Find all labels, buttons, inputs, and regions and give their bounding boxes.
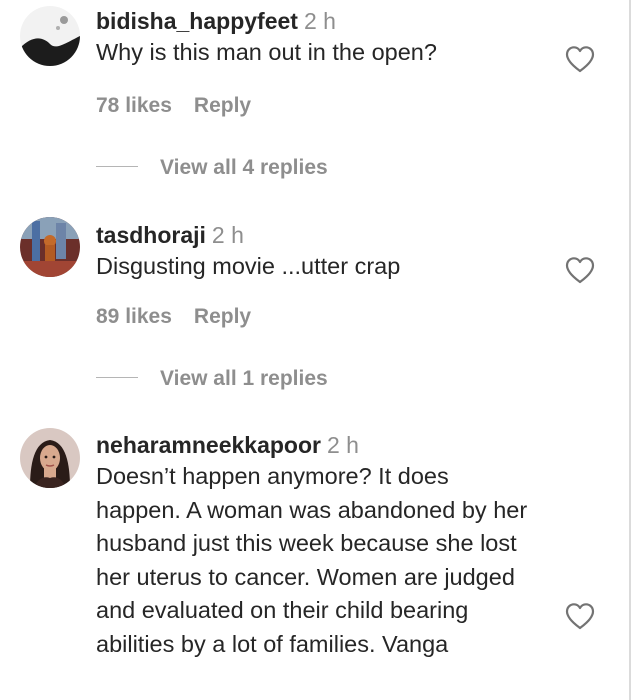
comment-username[interactable]: bidisha_happyfeet	[96, 8, 298, 34]
comments-panel: bidisha_happyfeet 2 h Why is this man out…	[0, 0, 631, 700]
avatar[interactable]	[20, 6, 80, 66]
reply-button[interactable]: Reply	[194, 305, 251, 328]
view-replies-label: View all 4 replies	[160, 156, 328, 179]
view-replies-label: View all 1 replies	[160, 367, 328, 390]
comment-timestamp: 2 h	[326, 432, 359, 458]
comment-timestamp: 2 h	[303, 8, 336, 34]
comment-meta: 89 likes Reply	[96, 305, 251, 329]
comment-header: bidisha_happyfeet 2 h	[96, 6, 559, 36]
like-button[interactable]	[564, 44, 596, 74]
comment-timestamp: 2 h	[211, 222, 244, 248]
comment-header: neharamneekkapoor 2 h	[96, 430, 559, 460]
avatar[interactable]	[20, 217, 80, 277]
view-replies-button[interactable]: View all 4 replies	[96, 156, 328, 186]
comment-meta: 78 likes Reply	[96, 94, 251, 118]
like-button[interactable]	[564, 601, 596, 631]
comment-text: Why is this man out in the open?	[96, 39, 437, 65]
comment-text: Doesn’t happen anymore? It does happen. …	[96, 463, 528, 657]
heart-outline-icon	[565, 257, 595, 284]
like-button[interactable]	[564, 255, 596, 285]
replies-divider	[96, 165, 138, 167]
view-replies-button[interactable]: View all 1 replies	[96, 367, 328, 397]
reply-button[interactable]: Reply	[194, 94, 251, 117]
likes-count[interactable]: 78 likes	[96, 94, 172, 117]
avatar-image	[20, 6, 80, 66]
comment-username[interactable]: tasdhoraji	[96, 222, 206, 248]
likes-count[interactable]: 89 likes	[96, 305, 172, 328]
replies-divider	[96, 376, 138, 378]
comment-text: Disgusting movie ...utter crap	[96, 253, 401, 279]
avatar[interactable]	[20, 428, 80, 488]
comment-header: tasdhoraji 2 h	[96, 220, 559, 250]
heart-outline-icon	[565, 603, 595, 630]
avatar-image	[20, 428, 80, 488]
avatar-image	[20, 217, 80, 277]
heart-outline-icon	[565, 46, 595, 73]
comment-username[interactable]: neharamneekkapoor	[96, 432, 321, 458]
